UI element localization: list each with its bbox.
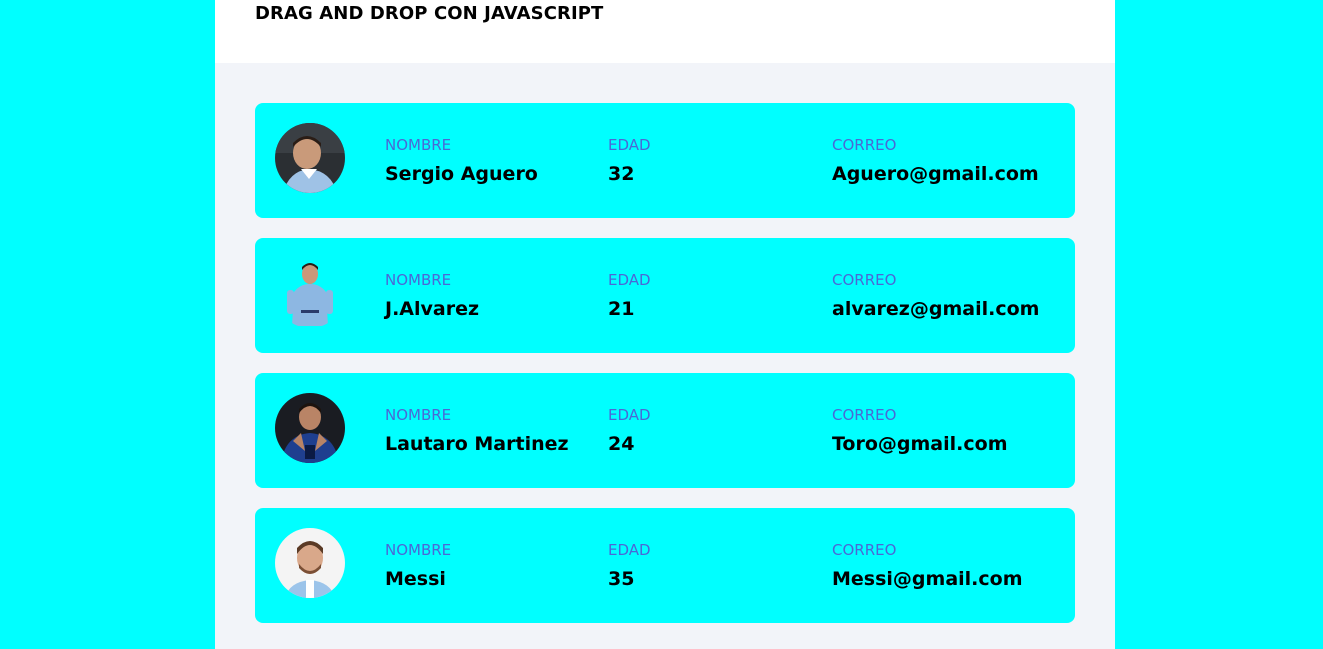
- age-label: EDAD: [608, 136, 651, 154]
- age-label: EDAD: [608, 271, 651, 289]
- email-label: CORREO: [832, 541, 897, 559]
- player-card-alvarez[interactable]: NOMBRE J.Alvarez EDAD 21 CORREO alvarez@…: [255, 238, 1075, 353]
- email-label: CORREO: [832, 136, 897, 154]
- age-value: 21: [608, 298, 635, 320]
- email-label: CORREO: [832, 271, 897, 289]
- email-field: CORREO Toro@gmail.com: [832, 405, 1008, 456]
- age-field: EDAD 35: [608, 540, 651, 591]
- player-card-aguero[interactable]: NOMBRE Sergio Aguero EDAD 32 CORREO Ague…: [255, 103, 1075, 218]
- email-field: CORREO Messi@gmail.com: [832, 540, 1023, 591]
- name-value: Sergio Aguero: [385, 163, 538, 185]
- email-value: Messi@gmail.com: [832, 568, 1023, 590]
- name-label: NOMBRE: [385, 406, 452, 424]
- player-avatar: [275, 393, 345, 463]
- name-field: NOMBRE Messi: [385, 540, 451, 591]
- email-field: CORREO alvarez@gmail.com: [832, 270, 1039, 321]
- email-value: alvarez@gmail.com: [832, 298, 1040, 320]
- player-avatar: [275, 123, 345, 193]
- name-field: NOMBRE Lautaro Martinez: [385, 405, 569, 456]
- name-value: Lautaro Martinez: [385, 433, 569, 455]
- name-label: NOMBRE: [385, 271, 452, 289]
- email-value: Aguero@gmail.com: [832, 163, 1039, 185]
- name-value: Messi: [385, 568, 446, 590]
- player-card-martinez[interactable]: NOMBRE Lautaro Martinez EDAD 24 CORREO T…: [255, 373, 1075, 488]
- name-label: NOMBRE: [385, 136, 452, 154]
- name-field: NOMBRE J.Alvarez: [385, 270, 479, 321]
- age-value: 32: [608, 163, 635, 185]
- page-title: DRAG AND DROP CON JAVASCRIPT: [255, 3, 604, 24]
- main-panel: DRAG AND DROP CON JAVASCRIPT NOMBRE Serg…: [215, 0, 1115, 649]
- email-value: Toro@gmail.com: [832, 433, 1008, 455]
- age-label: EDAD: [608, 541, 651, 559]
- name-label: NOMBRE: [385, 541, 452, 559]
- age-value: 24: [608, 433, 635, 455]
- age-value: 35: [608, 568, 635, 590]
- draggable-list: NOMBRE Sergio Aguero EDAD 32 CORREO Ague…: [255, 103, 1075, 643]
- player-card-messi[interactable]: NOMBRE Messi EDAD 35 CORREO Messi@gmail.…: [255, 508, 1075, 623]
- age-field: EDAD 32: [608, 135, 651, 186]
- age-field: EDAD 24: [608, 405, 651, 456]
- player-avatar: [275, 258, 345, 328]
- name-value: J.Alvarez: [385, 298, 480, 320]
- player-avatar: [275, 528, 345, 598]
- email-field: CORREO Aguero@gmail.com: [832, 135, 1039, 186]
- age-field: EDAD 21: [608, 270, 651, 321]
- name-field: NOMBRE Sergio Aguero: [385, 135, 538, 186]
- age-label: EDAD: [608, 406, 651, 424]
- email-label: CORREO: [832, 406, 897, 424]
- page-header: DRAG AND DROP CON JAVASCRIPT: [215, 0, 1115, 63]
